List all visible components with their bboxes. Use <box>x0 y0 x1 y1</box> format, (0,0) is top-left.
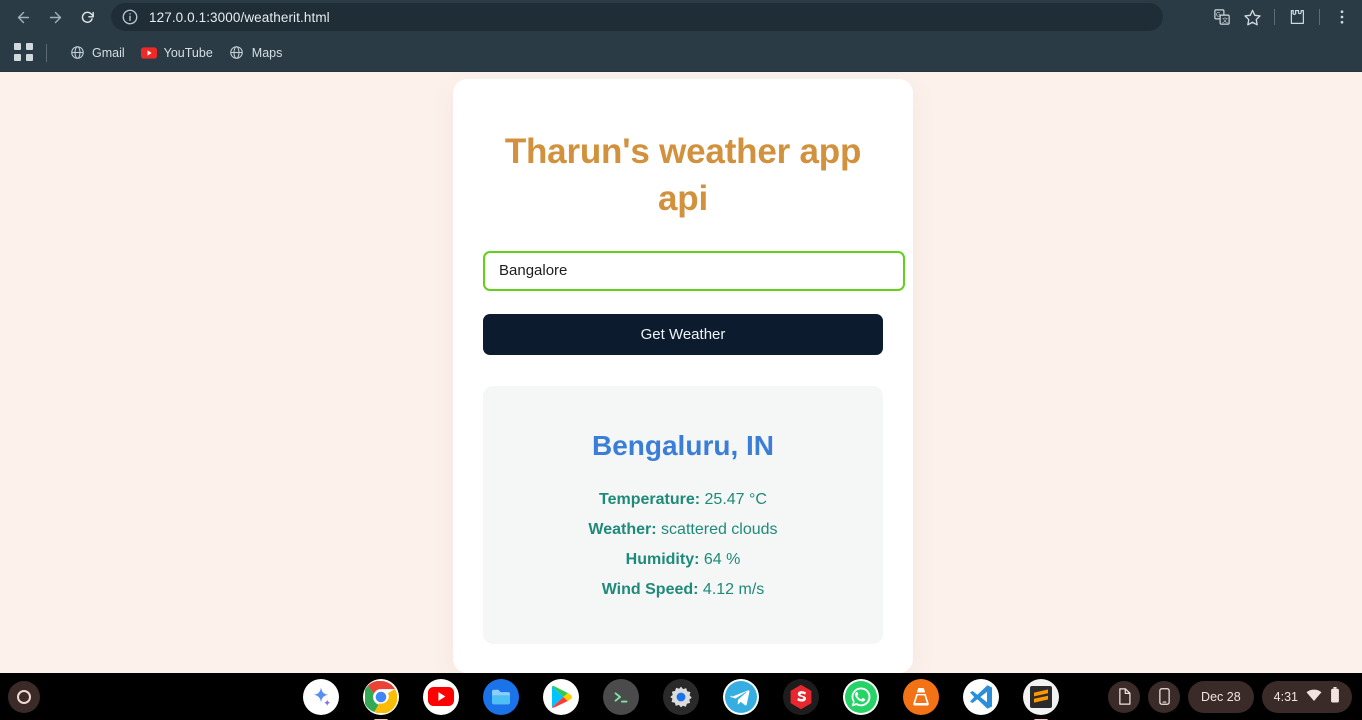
temperature-label: Temperature: <box>599 490 701 508</box>
bookmarks-bar: Gmail YouTube Maps <box>0 34 1362 72</box>
weather-result-panel: Bengaluru, IN Temperature: 25.47 °C Weat… <box>483 385 883 644</box>
weather-app-card: Tharun's weather app api Get Weather Ben… <box>453 79 913 673</box>
forward-icon[interactable] <box>40 2 70 32</box>
result-row-weather: Weather: scattered clouds <box>483 521 883 539</box>
url-text: 127.0.0.1:3000/weatherit.html <box>149 9 330 25</box>
chrome-menu-icon[interactable] <box>1328 3 1356 31</box>
browser-toolbar: 127.0.0.1:3000/weatherit.html G文 <box>0 0 1362 34</box>
bookmark-label: Maps <box>251 45 283 60</box>
shelf-app-chrome[interactable] <box>363 678 399 720</box>
globe-icon <box>229 45 245 61</box>
shelf-app-settings[interactable] <box>663 678 699 715</box>
file-icon[interactable] <box>1108 680 1141 713</box>
extensions-puzzle-icon[interactable] <box>1283 3 1311 31</box>
phone-icon[interactable] <box>1148 680 1181 713</box>
weather-value: scattered clouds <box>661 520 778 538</box>
battery-icon <box>1330 687 1340 706</box>
city-search-input[interactable] <box>483 250 905 291</box>
shelf-app-sublime-text[interactable] <box>1023 678 1059 720</box>
humidity-label: Humidity: <box>625 550 700 568</box>
bookmark-label: YouTube <box>163 45 213 60</box>
status-area: Dec 28 4:31 <box>1108 680 1352 713</box>
bookmark-star-icon[interactable] <box>1238 3 1266 31</box>
page-title: Tharun's weather app api <box>504 132 862 219</box>
temperature-value: 25.47 °C <box>704 490 767 508</box>
date-display[interactable]: Dec 28 <box>1188 680 1254 713</box>
shelf-app-play-store[interactable] <box>543 678 579 715</box>
translate-icon[interactable]: G文 <box>1208 3 1236 31</box>
wind-speed-label: Wind Speed: <box>601 580 699 598</box>
clock-status-tray[interactable]: 4:31 <box>1261 680 1352 713</box>
toolbar-right-icons: G文 <box>1208 3 1362 31</box>
wind-speed-value: 4.12 m/s <box>702 580 765 598</box>
page-info-icon[interactable] <box>121 8 139 26</box>
bookmarks-divider <box>46 43 47 62</box>
bookmark-youtube[interactable]: YouTube <box>133 42 221 64</box>
navigation-buttons <box>0 2 102 32</box>
chromeos-shelf: Dec 28 4:31 <box>0 673 1362 720</box>
humidity-value: 64 % <box>703 550 741 568</box>
svg-text:G: G <box>1216 13 1221 19</box>
address-bar[interactable]: 127.0.0.1:3000/weatherit.html <box>111 3 1163 31</box>
reload-icon[interactable] <box>72 2 102 32</box>
shelf-app-gemini[interactable] <box>303 678 339 715</box>
shelf-app-files[interactable] <box>483 678 519 715</box>
shelf-app-telegram[interactable] <box>723 678 759 715</box>
toolbar-divider <box>1274 9 1275 25</box>
result-row-temperature: Temperature: 25.47 °C <box>483 491 883 509</box>
page-viewport: Tharun's weather app api Get Weather Ben… <box>0 72 1362 673</box>
wifi-icon <box>1306 689 1322 705</box>
bookmark-maps[interactable]: Maps <box>221 42 291 64</box>
screen: 127.0.0.1:3000/weatherit.html G文 Gmail Y… <box>0 0 1362 720</box>
shelf-app-terminal[interactable] <box>603 678 639 715</box>
result-row-wind-speed: Wind Speed: 4.12 m/s <box>483 581 883 599</box>
globe-icon <box>69 45 85 61</box>
result-city-name: Bengaluru, IN <box>591 429 774 461</box>
shelf-app-vs-code[interactable] <box>963 678 999 715</box>
shelf-app-whatsapp[interactable] <box>843 678 879 715</box>
toolbar-divider-2 <box>1319 9 1320 25</box>
bookmark-label: Gmail <box>92 45 125 60</box>
shelf-app-vlc[interactable] <box>903 678 939 715</box>
result-row-humidity: Humidity: 64 % <box>483 551 883 569</box>
shelf-app-red-hex-app[interactable] <box>783 678 819 715</box>
youtube-icon <box>140 45 157 61</box>
shelf-app-youtube[interactable] <box>423 678 459 715</box>
get-weather-button[interactable]: Get Weather <box>483 313 883 355</box>
time-display: 4:31 <box>1273 689 1298 704</box>
bookmark-gmail[interactable]: Gmail <box>61 42 133 64</box>
weather-label: Weather: <box>588 520 657 538</box>
apps-grid-icon[interactable] <box>14 42 34 63</box>
back-icon[interactable] <box>8 2 38 32</box>
